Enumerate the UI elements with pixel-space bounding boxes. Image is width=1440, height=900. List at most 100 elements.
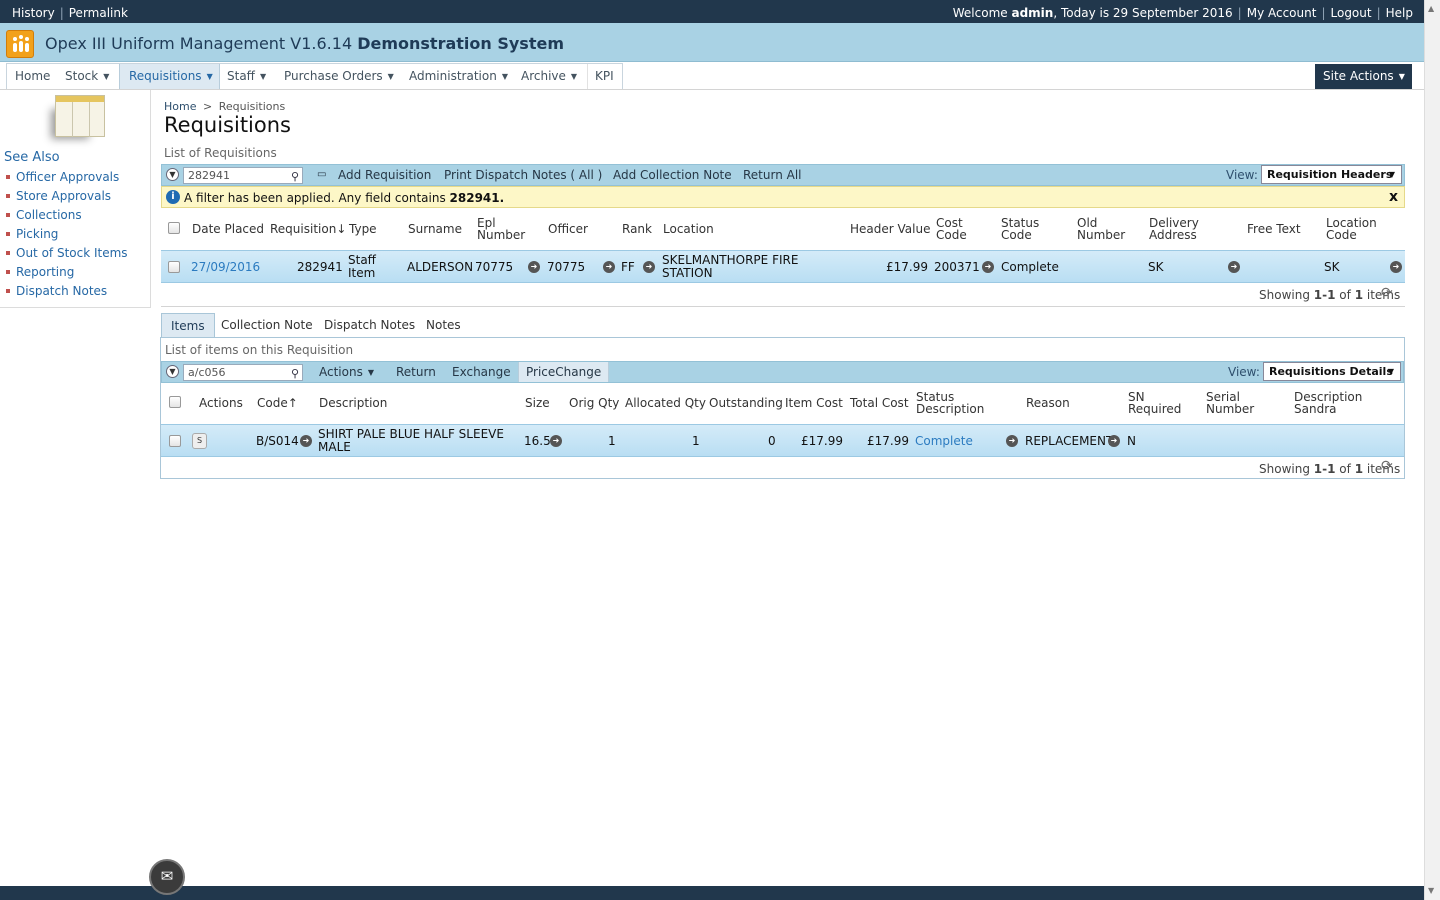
table-row[interactable]: B/S014 ➜ SHIRT PALE BLUE HALF SLEEVE MALE… [161,424,1404,457]
go-arrow-icon[interactable]: ➜ [643,261,655,273]
table-row[interactable]: 27/09/2016 282941 Staff Item ALDERSON 707… [161,250,1405,283]
col-actions[interactable]: Actions [199,397,243,409]
col-location[interactable]: Location [663,223,714,235]
nav-archive[interactable]: Archive ▼ [521,64,577,90]
requisitions-filter-input[interactable]: 282941 ⚲ [183,167,303,184]
price-change-button[interactable]: PriceChange [518,362,610,382]
nav-home[interactable]: Home [15,64,50,90]
go-arrow-icon[interactable]: ➜ [300,435,312,447]
search-icon[interactable]: ⚲ [291,366,299,381]
col-old-number[interactable]: Old Number [1077,217,1125,241]
col-status-description[interactable]: Status Description [916,391,984,415]
col-description-sandra[interactable]: Description Sandra [1294,391,1362,415]
go-arrow-icon[interactable]: ➜ [528,261,540,273]
col-description[interactable]: Description [319,397,387,409]
vertical-scrollbar[interactable]: ▲ ▼ [1424,0,1440,900]
tab-dispatch-notes[interactable]: Dispatch Notes [315,313,424,338]
exchange-button[interactable]: Exchange [452,365,511,379]
site-actions-button[interactable]: Site Actions ▼ [1315,64,1412,89]
history-link[interactable]: History [12,6,55,20]
breadcrumb-home[interactable]: Home [164,100,196,113]
col-delivery-address[interactable]: Delivery Address [1149,217,1199,241]
sidebar-link-officer-approvals[interactable]: Officer Approvals [6,170,128,189]
col-orig-qty[interactable]: Orig Qty [569,397,619,409]
col-free-text[interactable]: Free Text [1247,223,1301,235]
col-location-code[interactable]: Location Code [1326,217,1377,241]
collapse-icon[interactable]: ▼ [166,365,179,378]
col-rank[interactable]: Rank [622,223,652,235]
select-all-checkbox[interactable] [168,222,180,234]
col-item-cost[interactable]: Item Cost [785,397,843,409]
go-arrow-icon[interactable]: ➜ [1228,261,1240,273]
col-outstanding[interactable]: Outstanding [709,397,783,409]
go-arrow-icon[interactable]: ➜ [982,261,994,273]
sidebar-link-reporting[interactable]: Reporting [6,265,128,284]
sidebar-link-store-approvals[interactable]: Store Approvals [6,189,128,208]
refresh-icon[interactable]: ⟳ [1381,458,1393,474]
col-code[interactable]: Code↑ [257,397,298,409]
my-account-link[interactable]: My Account [1247,6,1317,20]
status-complete-link[interactable]: Complete [915,435,973,448]
mail-icon[interactable]: ✉ [149,859,185,895]
col-officer[interactable]: Officer [548,223,588,235]
nav-kpi[interactable]: KPI [587,64,614,90]
return-all-button[interactable]: Return All [743,168,802,182]
close-icon[interactable]: x [1389,189,1398,205]
items-filter-input[interactable]: a/c056 ⚲ [183,364,303,381]
nav-requisitions[interactable]: Requisitions ▼ [119,64,220,90]
requisitions-view-select[interactable]: Requisition Headers ▼ [1261,165,1402,184]
add-requisition-button[interactable]: Add Requisition [338,168,431,182]
nav-purchase-orders[interactable]: Purchase Orders ▼ [284,64,394,90]
sidebar-link-picking[interactable]: Picking [6,227,128,246]
sidebar-link-dispatch-notes[interactable]: Dispatch Notes [6,284,128,303]
row-checkbox[interactable] [169,435,181,447]
select-all-checkbox[interactable] [169,396,181,408]
help-link[interactable]: Help [1386,6,1413,20]
col-type[interactable]: Type [349,223,377,235]
row-checkbox[interactable] [168,261,180,273]
col-header-value[interactable]: Header Value [850,223,930,235]
tab-notes[interactable]: Notes [417,313,470,338]
add-collection-note-button[interactable]: Add Collection Note [613,168,732,182]
actions-menu[interactable]: Actions ▼ [319,365,374,379]
items-view-select[interactable]: Requisitions Details ▼ [1263,362,1401,381]
tab-collection-note[interactable]: Collection Note [212,313,322,338]
scroll-down-icon[interactable]: ▼ [1428,886,1434,895]
status-action-button[interactable]: S [192,433,207,449]
sidebar-link-collections[interactable]: Collections [6,208,128,227]
tab-items[interactable]: Items [161,313,215,338]
col-serial-number[interactable]: Serial Number [1206,391,1254,415]
go-arrow-icon[interactable]: ➜ [550,435,562,447]
col-size[interactable]: Size [525,397,550,409]
items-toolbar: ▼ a/c056 ⚲ Actions ▼ Return Exchange Price… [161,361,1404,383]
header-value: £17.99 [886,260,928,274]
go-arrow-icon[interactable]: ➜ [1390,261,1402,273]
go-arrow-icon[interactable]: ➜ [603,261,615,273]
sidebar-link-out-of-stock-items[interactable]: Out of Stock Items [6,246,128,265]
scroll-up-icon[interactable]: ▲ [1428,4,1434,13]
nav-stock[interactable]: Stock ▼ [65,64,109,90]
col-allocated-qty[interactable]: Allocated Qty [625,397,706,409]
search-icon[interactable]: ⚲ [291,169,299,184]
col-sn-required[interactable]: SN Required [1128,391,1181,415]
date-placed-link[interactable]: 27/09/2016 [191,261,260,274]
col-date-placed[interactable]: Date Placed [192,223,264,235]
go-arrow-icon[interactable]: ➜ [1006,435,1018,447]
print-dispatch-notes-button[interactable]: Print Dispatch Notes ( All ) [444,168,602,182]
app-logo-icon[interactable] [6,30,34,58]
col-status-code[interactable]: Status Code [1001,217,1039,241]
col-total-cost[interactable]: Total Cost [850,397,909,409]
permalink-link[interactable]: Permalink [69,6,128,20]
col-cost-code[interactable]: Cost Code [936,217,967,241]
col-surname[interactable]: Surname [408,223,462,235]
return-button[interactable]: Return [396,365,436,379]
col-reason[interactable]: Reason [1026,397,1070,409]
refresh-icon[interactable]: ⟳ [1381,285,1393,301]
col-requisition[interactable]: Requisition↓ [270,223,346,235]
nav-staff[interactable]: Staff ▼ [227,64,266,90]
nav-administration[interactable]: Administration ▼ [409,64,508,90]
col-epl-number[interactable]: Epl Number [477,217,525,241]
go-arrow-icon[interactable]: ➜ [1108,435,1120,447]
collapse-icon[interactable]: ▼ [166,168,179,181]
logout-link[interactable]: Logout [1331,6,1372,20]
